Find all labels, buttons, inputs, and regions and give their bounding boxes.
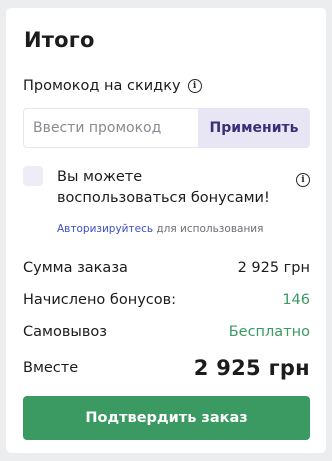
pickup-label: Самовывоз [23, 324, 107, 340]
pickup-price: Бесплатно [228, 324, 310, 340]
confirm-order-button[interactable]: Подтвердить заказ [23, 396, 310, 440]
apply-promo-button[interactable]: Применить [198, 108, 310, 148]
promo-label: Промокод на скидку i [23, 78, 202, 94]
bonus-accrued-label: Начислено бонусов: [23, 292, 177, 308]
auth-hint: Авторизируйтесь для использования [57, 223, 263, 235]
promo-code-form: Применить [23, 108, 310, 148]
summary-title: Итого [24, 28, 95, 52]
order-sum-row: Сумма заказа 2 925 грн [23, 260, 310, 276]
auth-hint-suffix: для использования [153, 223, 264, 235]
promo-label-text: Промокод на скидку [23, 78, 181, 94]
bonus-message: Вы можете воспользоваться бонусами! [57, 169, 270, 206]
total-label: Вместе [23, 360, 79, 376]
promo-code-input[interactable] [23, 108, 198, 148]
pickup-row: Самовывоз Бесплатно [23, 324, 310, 340]
use-bonus-checkbox[interactable] [23, 166, 43, 186]
login-link[interactable]: Авторизируйтесь [57, 223, 153, 235]
bonus-info-icon[interactable]: i [296, 173, 310, 187]
bonus-accrued-value: 146 [282, 292, 310, 308]
total-value: 2 925 грн [193, 356, 310, 380]
total-row: Вместе 2 925 грн [23, 356, 310, 380]
order-summary-card: Итого Промокод на скидку i Применить Вы … [6, 8, 326, 453]
info-icon[interactable]: i [187, 79, 202, 93]
order-sum-value: 2 925 грн [237, 260, 310, 276]
order-sum-label: Сумма заказа [23, 260, 128, 276]
bonus-accrued-row: Начислено бонусов: 146 [23, 292, 310, 308]
